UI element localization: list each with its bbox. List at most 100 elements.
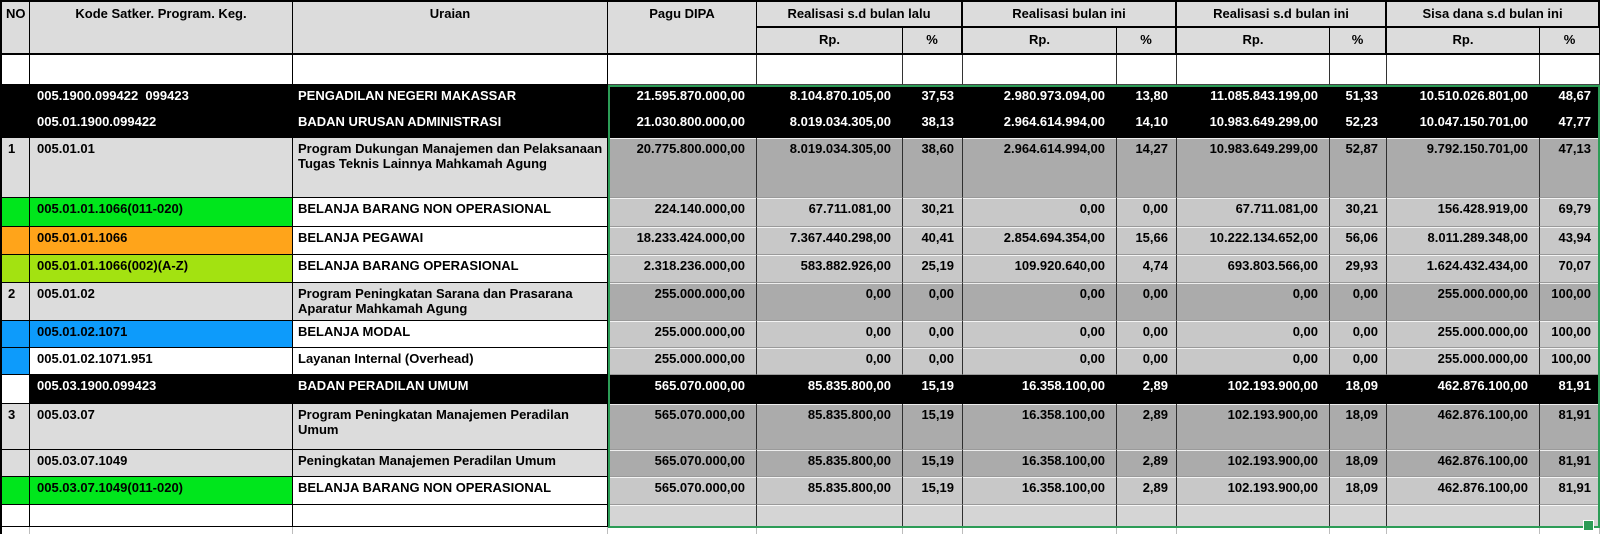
cell-sisa-dana-rp[interactable]: 9.792.150.701,00 [1387,138,1540,198]
cell-realisasi-ini-pct[interactable]: 2,89 [1117,404,1177,450]
cell-realisasi-ini-pct[interactable]: 0,00 [1117,283,1177,321]
cell-realisasi-ini-pct[interactable]: 15,66 [1117,227,1177,255]
cell-realisasi-lalu-rp[interactable]: 85.835.800,00 [757,375,903,404]
cell-uraian[interactable]: Peningkatan Manajemen Peradilan Umum [293,450,608,477]
cell-realisasi-ini-rp[interactable]: 2.854.694.354,00 [963,227,1117,255]
cell-realisasi-ini-pct[interactable]: 2,89 [1117,375,1177,404]
cell-uraian[interactable] [293,55,608,85]
cell-kode[interactable] [30,55,293,85]
cell-no[interactable] [0,85,30,111]
cell-kode[interactable]: 005.01.02.1071 [30,321,293,348]
cell-realisasi-ini-rp[interactable]: 0,00 [963,321,1117,348]
cell-sisa-dana-pct[interactable]: 47,13 [1540,138,1600,198]
cell-realisasi-lalu-rp[interactable] [757,55,903,85]
cell-realisasi-lalu-rp[interactable]: 7.367.440.298,00 [757,227,903,255]
header-sisa-dana[interactable]: Sisa dana s.d bulan ini [1387,0,1600,28]
cell-realisasi-sd-ini-rp[interactable]: 10.983.649.299,00 [1177,138,1330,198]
cell-realisasi-lalu-rp[interactable]: 0,00 [757,283,903,321]
cell-pagu-dipa[interactable]: 18.233.424.000,00 [608,227,757,255]
cell-no[interactable]: 1 [0,138,30,198]
cell-sisa-dana-rp[interactable]: 255.000.000,00 [1387,283,1540,321]
cell-uraian[interactable]: BADAN PERADILAN UMUM [293,375,608,404]
cell-realisasi-lalu-rp[interactable]: 67.711.081,00 [757,198,903,227]
header-rp-sisa[interactable]: Rp. [1387,28,1540,55]
cell-pagu-dipa[interactable] [608,505,757,527]
cell-realisasi-lalu-pct[interactable]: 37,53 [903,85,963,111]
cell-realisasi-lalu-rp[interactable]: 85.835.800,00 [757,404,903,450]
cell-realisasi-ini-rp[interactable] [963,505,1117,527]
cell-pagu-dipa[interactable] [608,55,757,85]
cell-realisasi-sd-ini-rp[interactable]: 0,00 [1177,321,1330,348]
cell-realisasi-sd-ini-pct[interactable]: 52,23 [1330,111,1387,138]
cell-realisasi-sd-ini-rp[interactable]: 102.193.900,00 [1177,404,1330,450]
cell-realisasi-sd-ini-rp[interactable]: 10.222.134.652,00 [1177,227,1330,255]
cell-realisasi-sd-ini-pct[interactable]: 52,87 [1330,138,1387,198]
cell-realisasi-sd-ini-pct[interactable]: 30,21 [1330,198,1387,227]
cell-kode[interactable] [30,527,293,534]
cell-realisasi-ini-rp[interactable]: 16.358.100,00 [963,375,1117,404]
cell-realisasi-lalu-rp[interactable]: 8.019.034.305,00 [757,138,903,198]
selection-fill-handle[interactable] [1583,520,1594,531]
cell-realisasi-sd-ini-pct[interactable]: 18,09 [1330,450,1387,477]
cell-kode[interactable]: 005.01.01.1066 [30,227,293,255]
cell-sisa-dana-rp[interactable]: 462.876.100,00 [1387,404,1540,450]
cell-sisa-dana-pct[interactable]: 100,00 [1540,321,1600,348]
cell-realisasi-lalu-rp[interactable]: 0,00 [757,348,903,375]
cell-realisasi-sd-ini-rp[interactable]: 10.983.649.299,00 [1177,111,1330,138]
cell-realisasi-lalu-rp[interactable]: 85.835.800,00 [757,450,903,477]
cell-no[interactable]: 2 [0,283,30,321]
cell-uraian[interactable]: BELANJA BARANG NON OPERASIONAL [293,477,608,505]
cell-realisasi-sd-ini-pct[interactable]: 18,09 [1330,477,1387,505]
header-rp-lalu[interactable]: Rp. [757,28,903,55]
cell-no[interactable] [0,450,30,477]
cell-realisasi-sd-ini-rp[interactable]: 0,00 [1177,348,1330,375]
cell-realisasi-ini-rp[interactable]: 2.964.614.994,00 [963,138,1117,198]
cell-uraian[interactable] [293,505,608,527]
cell-realisasi-ini-rp[interactable]: 109.920.640,00 [963,255,1117,283]
cell-uraian[interactable]: Program Peningkatan Sarana dan Prasarana… [293,283,608,321]
cell-realisasi-ini-pct[interactable]: 0,00 [1117,348,1177,375]
cell-kode[interactable]: 005.01.1900.099422 [30,111,293,138]
cell-realisasi-sd-ini-rp[interactable]: 102.193.900,00 [1177,450,1330,477]
cell-uraian[interactable]: BELANJA PEGAWAI [293,227,608,255]
cell-sisa-dana-rp[interactable]: 462.876.100,00 [1387,450,1540,477]
cell-realisasi-ini-rp[interactable]: 2.964.614.994,00 [963,111,1117,138]
cell-sisa-dana-rp[interactable]: 462.876.100,00 [1387,477,1540,505]
cell-sisa-dana-rp[interactable]: 156.428.919,00 [1387,198,1540,227]
cell-uraian[interactable]: Program Peningkatan Manajemen Peradilan … [293,404,608,450]
cell-uraian[interactable]: BELANJA MODAL [293,321,608,348]
cell-kode[interactable]: 005.01.01 [30,138,293,198]
cell-sisa-dana-rp[interactable]: 10.047.150.701,00 [1387,111,1540,138]
cell-pagu-dipa[interactable]: 565.070.000,00 [608,404,757,450]
header-pct-lalu[interactable]: % [903,28,963,55]
cell-pagu-dipa[interactable]: 2.318.236.000,00 [608,255,757,283]
cell-pagu-dipa[interactable]: 21.030.800.000,00 [608,111,757,138]
cell-no[interactable] [0,375,30,404]
cell-realisasi-lalu-rp[interactable]: 8.104.870.105,00 [757,85,903,111]
cell-sisa-dana-pct[interactable]: 69,79 [1540,198,1600,227]
cell-realisasi-ini-pct[interactable] [1117,527,1177,534]
cell-uraian[interactable]: BADAN URUSAN ADMINISTRASI [293,111,608,138]
cell-realisasi-sd-ini-rp[interactable] [1177,55,1330,85]
cell-pagu-dipa[interactable]: 565.070.000,00 [608,450,757,477]
cell-no[interactable] [0,111,30,138]
cell-realisasi-sd-ini-pct[interactable] [1330,527,1387,534]
header-realisasi-sd-bulan-ini[interactable]: Realisasi s.d bulan ini [1177,0,1387,28]
cell-realisasi-ini-pct[interactable]: 14,27 [1117,138,1177,198]
cell-realisasi-sd-ini-pct[interactable] [1330,505,1387,527]
cell-realisasi-ini-rp[interactable] [963,55,1117,85]
cell-realisasi-lalu-pct[interactable]: 40,41 [903,227,963,255]
cell-kode[interactable]: 005.01.01.1066(011-020) [30,198,293,227]
cell-no[interactable] [0,321,30,348]
cell-realisasi-sd-ini-pct[interactable] [1330,55,1387,85]
cell-sisa-dana-pct[interactable]: 81,91 [1540,477,1600,505]
cell-pagu-dipa[interactable]: 255.000.000,00 [608,321,757,348]
cell-kode[interactable]: 005.01.02.1071.951 [30,348,293,375]
cell-realisasi-sd-ini-rp[interactable]: 67.711.081,00 [1177,198,1330,227]
cell-realisasi-sd-ini-rp[interactable]: 11.085.843.199,00 [1177,85,1330,111]
cell-pagu-dipa[interactable]: 20.775.800.000,00 [608,138,757,198]
cell-realisasi-sd-ini-rp[interactable]: 102.193.900,00 [1177,375,1330,404]
cell-realisasi-lalu-pct[interactable] [903,505,963,527]
cell-realisasi-ini-rp[interactable]: 0,00 [963,198,1117,227]
cell-sisa-dana-rp[interactable]: 255.000.000,00 [1387,348,1540,375]
